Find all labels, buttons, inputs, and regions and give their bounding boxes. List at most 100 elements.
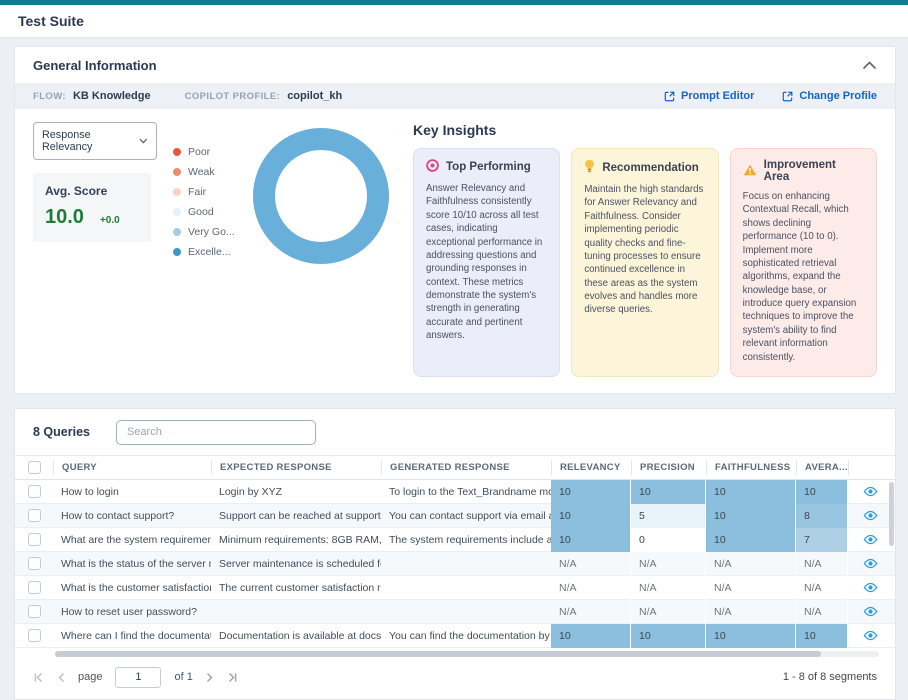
metric-dropdown[interactable]: Response Relevancy <box>33 122 157 160</box>
prompt-editor-link[interactable]: Prompt Editor <box>664 90 754 102</box>
cell-precision-score: 5 <box>631 504 706 528</box>
column-header-generated-response[interactable]: GENERATED RESPONSE <box>381 460 551 475</box>
row-checkbox[interactable] <box>28 485 41 498</box>
view-details-button[interactable] <box>848 534 892 545</box>
insight-card-improvement-area: Improvement Area Focus on enhancing Conte… <box>730 148 877 377</box>
chevron-down-icon <box>139 138 148 144</box>
insight-card-top-performing: Top PerformingAnswer Relevancy and Faith… <box>413 148 560 377</box>
flow-label: FLOW: <box>33 91 66 102</box>
legend-label: Excelle... <box>188 246 231 258</box>
first-page-button[interactable] <box>33 672 44 683</box>
row-checkbox[interactable] <box>28 581 41 594</box>
cell-faithfulness-score: N/A <box>706 552 796 576</box>
change-profile-link[interactable]: Change Profile <box>782 90 877 102</box>
eye-icon <box>863 606 878 617</box>
horizontal-scrollbar-thumb[interactable] <box>55 651 821 657</box>
cell-relevancy-score: 10 <box>551 528 631 552</box>
row-checkbox[interactable] <box>28 533 41 546</box>
row-checkbox[interactable] <box>28 629 41 642</box>
cell-query: What is the status of the server mai... <box>53 558 211 570</box>
insight-card-title: Improvement Area <box>764 159 864 183</box>
cell-faithfulness-score: 10 <box>706 504 796 528</box>
collapse-section-button[interactable] <box>862 61 877 70</box>
legend-dot-icon <box>173 248 181 256</box>
next-page-button[interactable] <box>206 672 214 683</box>
row-checkbox[interactable] <box>28 605 41 618</box>
bulb-icon <box>584 159 595 176</box>
donut-ring <box>264 139 378 253</box>
chevron-right-icon <box>206 672 214 683</box>
column-header-expected-response[interactable]: EXPECTED RESPONSE <box>211 460 381 475</box>
legend-label: Fair <box>188 186 206 198</box>
cell-query: How to reset user password? <box>53 606 211 618</box>
legend-item[interactable]: Fair <box>173 186 247 198</box>
avg-score-delta: +0.0 <box>100 215 120 226</box>
view-details-button[interactable] <box>848 510 892 521</box>
row-checkbox[interactable] <box>28 557 41 570</box>
table-row[interactable]: How to reset user password?N/AN/AN/AN/A <box>15 600 895 624</box>
eye-icon <box>863 486 878 497</box>
insight-card-body: Answer Relevancy and Faithfulness consis… <box>426 182 547 343</box>
warning-icon <box>743 164 757 179</box>
previous-page-button[interactable] <box>57 672 65 683</box>
cell-precision-score: N/A <box>631 600 706 624</box>
cell-precision-score: 10 <box>631 480 706 504</box>
column-header-average[interactable]: AVERA... <box>796 460 848 475</box>
cell-generated: To login to the Text_Brandname mo... <box>381 486 551 498</box>
column-header-faithfulness[interactable]: FAITHFULNESS <box>706 460 796 475</box>
insight-card-recommendation: Recommendation Maintain the high standard… <box>571 148 718 377</box>
cell-average-score: 10 <box>796 480 848 504</box>
insight-card-title: Recommendation <box>602 162 699 174</box>
cell-faithfulness-score: N/A <box>706 576 796 600</box>
insight-card-body: Maintain the high standards for Answer R… <box>584 183 705 317</box>
cell-query: Where can I find the documentation? <box>53 630 211 642</box>
table-row[interactable]: What is the customer satisfaction ra...T… <box>15 576 895 600</box>
legend-item[interactable]: Poor <box>173 146 247 158</box>
legend-item[interactable]: Very Go... <box>173 226 247 238</box>
search-input[interactable] <box>116 420 316 445</box>
table-body: How to loginLogin by XYZTo login to the … <box>15 480 895 648</box>
page-number-input[interactable] <box>115 667 161 688</box>
view-details-button[interactable] <box>848 630 892 641</box>
queries-card: 8 Queries QUERY EXPECTED RESPONSE GENERA… <box>14 408 896 700</box>
view-details-button[interactable] <box>848 558 892 569</box>
column-header-precision[interactable]: PRECISION <box>631 460 706 475</box>
view-details-button[interactable] <box>848 486 892 497</box>
legend-item[interactable]: Weak <box>173 166 247 178</box>
eye-icon <box>863 534 878 545</box>
cell-relevancy-score: N/A <box>551 552 631 576</box>
cell-relevancy-score: N/A <box>551 600 631 624</box>
cell-expected: Minimum requirements: 8GB RAM, I... <box>211 534 381 546</box>
view-details-button[interactable] <box>848 606 892 617</box>
horizontal-scrollbar[interactable] <box>55 651 879 657</box>
cell-expected: Documentation is available at docs.... <box>211 630 381 642</box>
eye-icon <box>863 558 878 569</box>
table-row[interactable]: How to loginLogin by XYZTo login to the … <box>15 480 895 504</box>
cell-average-score: N/A <box>796 600 848 624</box>
last-page-button[interactable] <box>227 672 238 683</box>
cell-expected: Support can be reached at support... <box>211 510 381 522</box>
avg-score-label: Avg. Score <box>45 184 139 198</box>
last-page-icon <box>227 672 238 683</box>
vertical-scrollbar-thumb[interactable] <box>889 482 894 546</box>
table-row[interactable]: How to contact support?Support can be re… <box>15 504 895 528</box>
column-header-query[interactable]: QUERY <box>53 460 211 475</box>
table-row[interactable]: What are the system requirements?Minimum… <box>15 528 895 552</box>
first-page-icon <box>33 672 44 683</box>
column-header-relevancy[interactable]: RELEVANCY <box>551 460 631 475</box>
table-row[interactable]: What is the status of the server mai...S… <box>15 552 895 576</box>
prompt-editor-label: Prompt Editor <box>681 90 754 102</box>
legend-item[interactable]: Good <box>173 206 247 218</box>
legend-item[interactable]: Excelle... <box>173 246 247 258</box>
cell-relevancy-score: 10 <box>551 624 631 648</box>
select-all-checkbox[interactable] <box>28 461 41 474</box>
page-label: page <box>78 671 102 683</box>
row-checkbox[interactable] <box>28 509 41 522</box>
insight-card-body: Focus on enhancing Contextual Recall, wh… <box>743 190 864 364</box>
legend-dot-icon <box>173 188 181 196</box>
table-row[interactable]: Where can I find the documentation?Docum… <box>15 624 895 648</box>
avg-score-value: 10.0 <box>45 206 84 229</box>
target-icon <box>426 159 439 175</box>
legend-label: Good <box>188 206 214 218</box>
cell-relevancy-score: 10 <box>551 504 631 528</box>
